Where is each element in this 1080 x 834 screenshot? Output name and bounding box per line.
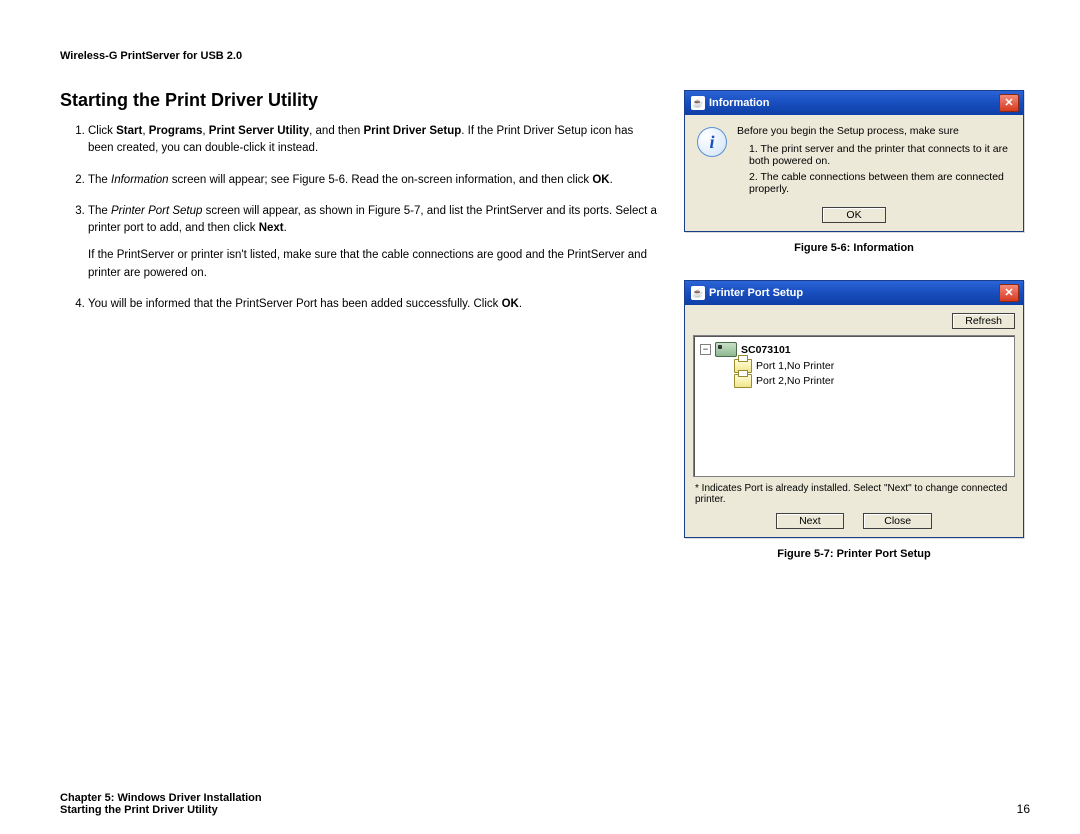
step-4: You will be informed that the PrintServe… bbox=[88, 296, 660, 313]
information-title: Information bbox=[709, 97, 770, 109]
ok-button[interactable]: OK bbox=[822, 207, 886, 223]
port-1-row[interactable]: Port 1,No Printer bbox=[734, 359, 1008, 373]
port-1-label: Port 1,No Printer bbox=[756, 360, 834, 372]
step-2: The Information screen will appear; see … bbox=[88, 172, 660, 189]
footer-section: Starting the Print Driver Utility bbox=[60, 804, 262, 816]
document-page: Wireless-G PrintServer for USB 2.0 Start… bbox=[0, 0, 1080, 834]
figure-5-7-caption: Figure 5-7: Printer Port Setup bbox=[684, 548, 1024, 560]
product-header: Wireless-G PrintServer for USB 2.0 bbox=[60, 50, 1030, 62]
left-column: Starting the Print Driver Utility Click … bbox=[60, 90, 660, 586]
information-point-2: 2. The cable connections between them ar… bbox=[737, 171, 1011, 195]
information-dialog: ☕ Information ✕ i Before you begin the S… bbox=[684, 90, 1024, 232]
java-icon: ☕ bbox=[691, 96, 705, 110]
step-1: Click Start, Programs, Print Server Util… bbox=[88, 123, 660, 158]
pps-titlebar: ☕ Printer Port Setup ✕ bbox=[685, 281, 1023, 305]
pps-footnote: * Indicates Port is already installed. S… bbox=[693, 483, 1015, 505]
close-button[interactable]: Close bbox=[863, 513, 932, 529]
port-2-row[interactable]: Port 2,No Printer bbox=[734, 374, 1008, 388]
information-lead: Before you begin the Setup process, make… bbox=[737, 125, 1011, 137]
section-title: Starting the Print Driver Utility bbox=[60, 90, 660, 111]
info-icon: i bbox=[697, 127, 727, 157]
close-icon[interactable]: ✕ bbox=[999, 94, 1019, 112]
next-button[interactable]: Next bbox=[776, 513, 844, 529]
step-3: The Printer Port Setup screen will appea… bbox=[88, 203, 660, 282]
steps-list: Click Start, Programs, Print Server Util… bbox=[68, 123, 660, 313]
footer-chapter: Chapter 5: Windows Driver Installation bbox=[60, 792, 262, 804]
server-name: SC073101 bbox=[741, 344, 791, 356]
main-columns: Starting the Print Driver Utility Click … bbox=[60, 90, 1030, 586]
port-2-label: Port 2,No Printer bbox=[756, 375, 834, 387]
page-number: 16 bbox=[1017, 802, 1030, 816]
pps-title: Printer Port Setup bbox=[709, 287, 803, 299]
server-icon bbox=[715, 342, 737, 357]
information-text: Before you begin the Setup process, make… bbox=[737, 125, 1011, 199]
page-footer: Chapter 5: Windows Driver Installation S… bbox=[60, 792, 1030, 816]
right-column: ☕ Information ✕ i Before you begin the S… bbox=[684, 90, 1024, 586]
printer-port-setup-dialog: ☕ Printer Port Setup ✕ Refresh − SC07310… bbox=[684, 280, 1024, 538]
collapse-icon[interactable]: − bbox=[700, 344, 711, 355]
figure-5-6-caption: Figure 5-6: Information bbox=[684, 242, 1024, 254]
information-titlebar: ☕ Information ✕ bbox=[685, 91, 1023, 115]
step-3-note: If the PrintServer or printer isn't list… bbox=[88, 247, 660, 282]
close-icon[interactable]: ✕ bbox=[999, 284, 1019, 302]
printer-icon bbox=[734, 374, 752, 388]
port-tree[interactable]: − SC073101 Port 1,No Printer Port 2,No P… bbox=[693, 335, 1015, 477]
java-icon: ☕ bbox=[691, 286, 705, 300]
refresh-button[interactable]: Refresh bbox=[952, 313, 1015, 329]
information-point-1: 1. The print server and the printer that… bbox=[737, 143, 1011, 167]
